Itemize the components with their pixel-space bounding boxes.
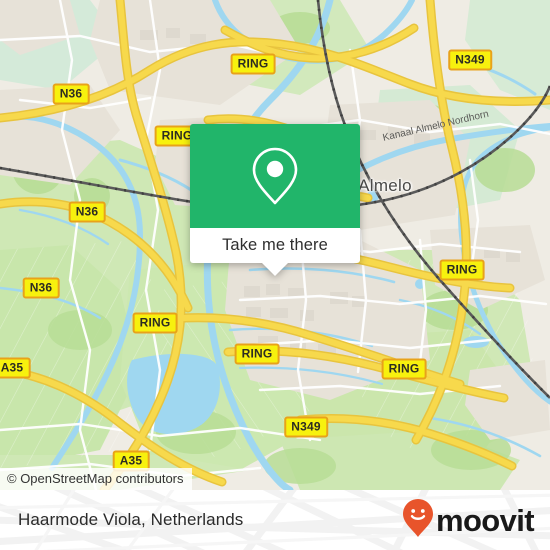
footer-bar: Haarmode Viola, Netherlands moovit <box>0 490 550 550</box>
osm-attribution[interactable]: © OpenStreetMap contributors <box>0 468 192 490</box>
moovit-smiley-pin-icon <box>402 498 434 543</box>
road-shield: N36 <box>52 83 90 105</box>
road-shield: RING <box>132 312 178 334</box>
road-shield: RING <box>439 259 485 281</box>
map-viewport[interactable]: RING N349 N36 RING N36 N36 RING RING RIN… <box>0 0 550 490</box>
road-shield: RING <box>234 343 280 365</box>
road-shield: RING <box>381 358 427 380</box>
place-label-almelo: Almelo <box>358 176 412 195</box>
road-shield: RING <box>230 53 276 75</box>
take-me-there-callout[interactable]: Take me there <box>190 124 360 276</box>
moovit-logo[interactable]: moovit <box>402 498 535 543</box>
callout-action-label: Take me there <box>222 236 328 254</box>
road-shield: A35 <box>0 357 31 379</box>
callout-action[interactable]: Take me there <box>190 228 360 263</box>
road-shield: N36 <box>68 201 106 223</box>
footer-content: Haarmode Viola, Netherlands moovit <box>0 490 550 550</box>
callout-tail <box>262 263 288 276</box>
location-title: Haarmode Viola, Netherlands <box>18 510 244 529</box>
callout-header <box>190 124 360 228</box>
map-pin-icon <box>249 145 301 207</box>
road-shield: N36 <box>22 277 60 299</box>
moovit-wordmark: moovit <box>435 502 535 538</box>
map-screenshot-root: RING N349 N36 RING N36 N36 RING RING RIN… <box>0 0 550 550</box>
road-shield: N349 <box>448 49 492 71</box>
road-shield: N349 <box>284 416 328 438</box>
